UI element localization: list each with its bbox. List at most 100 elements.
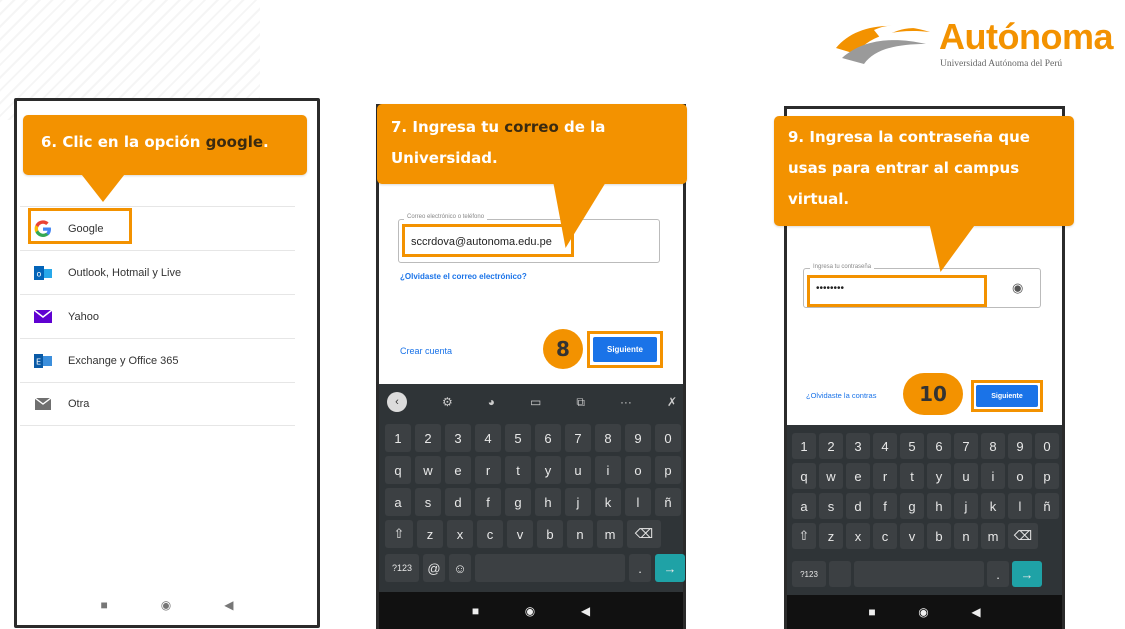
symbols-key[interactable]: ?123 (385, 554, 419, 582)
recent-apps-icon[interactable]: ■ (101, 598, 108, 612)
keyboard-key[interactable]: 3 (846, 433, 870, 459)
symbols-key[interactable]: ?123 (792, 561, 826, 587)
next-button[interactable]: Siguiente (593, 337, 657, 362)
clipboard-icon[interactable]: ⧉ (576, 395, 585, 410)
period-key[interactable]: . (629, 554, 651, 582)
keyboard-key[interactable]: v (507, 520, 533, 548)
keyboard-key[interactable]: r (873, 463, 897, 489)
back-icon[interactable]: ◀ (224, 598, 233, 612)
keyboard-layout-icon[interactable]: ▭ (530, 395, 541, 409)
keyboard-key[interactable]: v (900, 523, 924, 549)
at-key[interactable]: @ (423, 554, 445, 582)
keyboard-key[interactable]: d (445, 488, 471, 516)
forgot-password-link[interactable]: ¿Olvidaste la contras (806, 391, 876, 400)
keyboard-key[interactable]: m (981, 523, 1005, 549)
keyboard-key[interactable]: j (954, 493, 978, 519)
keyboard-key[interactable]: y (535, 456, 561, 484)
enter-arrow-icon[interactable]: → (655, 554, 685, 582)
account-option-outlook[interactable]: o Outlook, Hotmail y Live (20, 250, 295, 294)
keyboard-key[interactable]: t (900, 463, 924, 489)
keyboard-key[interactable]: x (846, 523, 870, 549)
backspace-key[interactable]: ⌫ (1008, 523, 1038, 549)
back-icon[interactable]: ◀ (581, 604, 590, 618)
keyboard-key[interactable]: 9 (625, 424, 651, 452)
keyboard-key[interactable]: c (477, 520, 503, 548)
keyboard-key[interactable]: l (625, 488, 651, 516)
forgot-email-link[interactable]: ¿Olvidaste el correo electrónico? (400, 272, 527, 281)
keyboard-key[interactable]: e (445, 456, 471, 484)
keyboard-key[interactable]: f (475, 488, 501, 516)
backspace-key[interactable]: ⌫ (627, 520, 661, 548)
keyboard-key[interactable]: z (819, 523, 843, 549)
keyboard-key[interactable]: 8 (981, 433, 1005, 459)
more-icon[interactable]: ··· (620, 395, 632, 409)
home-icon[interactable]: ◉ (918, 605, 928, 619)
keyboard-key[interactable]: t (505, 456, 531, 484)
palette-icon[interactable]: ◕ (488, 395, 495, 409)
enter-arrow-icon[interactable]: → (1012, 561, 1042, 587)
keyboard-key[interactable]: 6 (535, 424, 561, 452)
next-button[interactable]: Siguiente (976, 385, 1038, 407)
keyboard-key[interactable]: 1 (385, 424, 411, 452)
shift-key[interactable]: ⇧ (385, 520, 413, 548)
keyboard-key[interactable]: m (597, 520, 623, 548)
space-key[interactable] (475, 554, 625, 582)
keyboard-key[interactable]: 0 (655, 424, 681, 452)
keyboard-key[interactable]: 4 (873, 433, 897, 459)
account-option-exchange[interactable]: E Exchange y Office 365 (20, 338, 295, 382)
shift-key[interactable]: ⇧ (792, 523, 816, 549)
keyboard-key[interactable]: w (415, 456, 441, 484)
keyboard-key[interactable]: 5 (900, 433, 924, 459)
home-icon[interactable]: ◉ (161, 598, 171, 612)
keyboard-key[interactable]: 7 (565, 424, 591, 452)
keyboard-key[interactable]: u (565, 456, 591, 484)
account-option-other[interactable]: Otra (20, 382, 295, 426)
keyboard-key[interactable]: u (954, 463, 978, 489)
keyboard-key[interactable]: 6 (927, 433, 951, 459)
keyboard-key[interactable]: x (447, 520, 473, 548)
keyboard-key[interactable]: j (565, 488, 591, 516)
home-icon[interactable]: ◉ (525, 604, 535, 618)
space-key[interactable] (854, 561, 984, 587)
keyboard-key[interactable]: e (846, 463, 870, 489)
create-account-link[interactable]: Crear cuenta (400, 346, 452, 356)
comma-key[interactable] (829, 561, 851, 587)
period-key[interactable]: . (987, 561, 1009, 587)
keyboard-key[interactable]: 5 (505, 424, 531, 452)
eye-icon[interactable]: ◉ (1012, 280, 1023, 296)
keyboard-key[interactable]: d (846, 493, 870, 519)
keyboard-key[interactable]: y (927, 463, 951, 489)
back-icon[interactable]: ◀ (971, 605, 980, 619)
keyboard-key[interactable]: ñ (1035, 493, 1059, 519)
keyboard-key[interactable]: c (873, 523, 897, 549)
keyboard-key[interactable]: 9 (1008, 433, 1032, 459)
keyboard-key[interactable]: 8 (595, 424, 621, 452)
keyboard-key[interactable]: z (417, 520, 443, 548)
keyboard-key[interactable]: p (1035, 463, 1059, 489)
keyboard-key[interactable]: k (981, 493, 1005, 519)
recent-apps-icon[interactable]: ■ (868, 605, 875, 619)
keyboard-key[interactable]: 4 (475, 424, 501, 452)
keyboard-key[interactable]: i (595, 456, 621, 484)
keyboard-key[interactable]: n (567, 520, 593, 548)
keyboard-key[interactable]: o (625, 456, 651, 484)
keyboard-key[interactable]: s (415, 488, 441, 516)
keyboard-key[interactable]: p (655, 456, 681, 484)
mic-off-icon[interactable]: ✗ (667, 395, 677, 409)
keyboard-key[interactable]: 7 (954, 433, 978, 459)
keyboard-key[interactable]: 3 (445, 424, 471, 452)
keyboard-key[interactable]: s (819, 493, 843, 519)
keyboard-collapse-icon[interactable]: ‹ (387, 392, 407, 412)
keyboard-key[interactable]: i (981, 463, 1005, 489)
keyboard-key[interactable]: l (1008, 493, 1032, 519)
settings-icon[interactable]: ⚙ (442, 395, 453, 409)
keyboard-key[interactable]: h (927, 493, 951, 519)
keyboard-key[interactable]: 1 (792, 433, 816, 459)
keyboard-key[interactable]: g (505, 488, 531, 516)
keyboard-key[interactable]: g (900, 493, 924, 519)
keyboard-key[interactable]: h (535, 488, 561, 516)
keyboard-key[interactable]: n (954, 523, 978, 549)
keyboard-key[interactable]: r (475, 456, 501, 484)
keyboard-key[interactable]: q (792, 463, 816, 489)
recent-apps-icon[interactable]: ■ (472, 604, 479, 618)
